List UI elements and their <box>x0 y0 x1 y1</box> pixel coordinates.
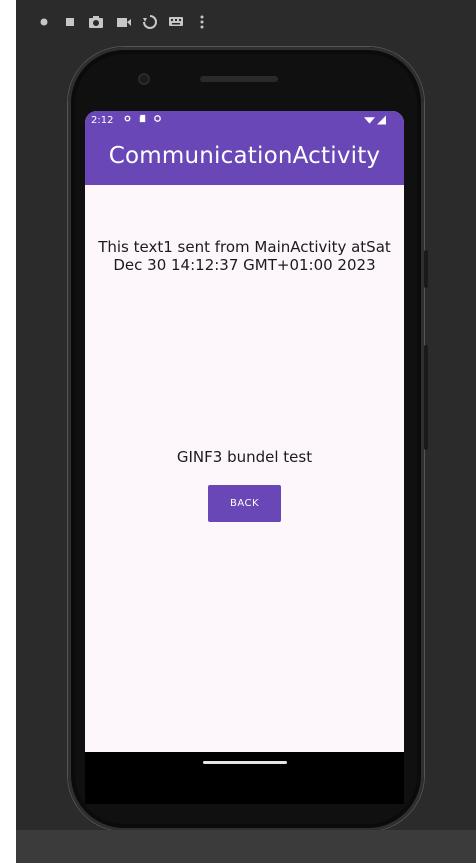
settings-icon <box>123 114 132 123</box>
keyboard-icon[interactable] <box>168 14 184 30</box>
earpiece-speaker <box>200 76 278 82</box>
host-window-edge <box>0 0 16 863</box>
device-screen: 2:12 CommunicationActivity This text1 se… <box>85 111 404 752</box>
more-vert-icon[interactable] <box>194 14 210 30</box>
back-button[interactable]: BACK <box>208 485 281 522</box>
received-message-text: This text1 sent from MainActivity atSat … <box>98 238 391 274</box>
power-icon[interactable] <box>36 14 52 30</box>
camera-icon[interactable] <box>88 14 104 30</box>
app-bar: CommunicationActivity <box>85 131 404 185</box>
bundle-text: GINF3 bundel test <box>176 448 313 466</box>
emulator-bottom-bar <box>16 830 476 863</box>
status-bar: 2:12 <box>85 111 404 131</box>
volume-button <box>424 250 428 288</box>
video-icon[interactable] <box>116 14 132 30</box>
app-title: CommunicationActivity <box>108 143 381 169</box>
stop-icon[interactable] <box>62 14 78 30</box>
sd-card-icon <box>138 114 147 123</box>
sync-icon <box>153 114 162 123</box>
rotate-icon[interactable] <box>142 14 158 30</box>
emulator-toolbar <box>16 0 476 44</box>
status-time: 2:12 <box>91 115 114 126</box>
signal-icon <box>377 115 386 128</box>
front-camera <box>138 73 150 85</box>
gesture-handle[interactable] <box>203 761 287 764</box>
power-side-button <box>424 345 428 450</box>
navigation-bar <box>85 752 404 804</box>
wifi-icon <box>364 115 375 128</box>
